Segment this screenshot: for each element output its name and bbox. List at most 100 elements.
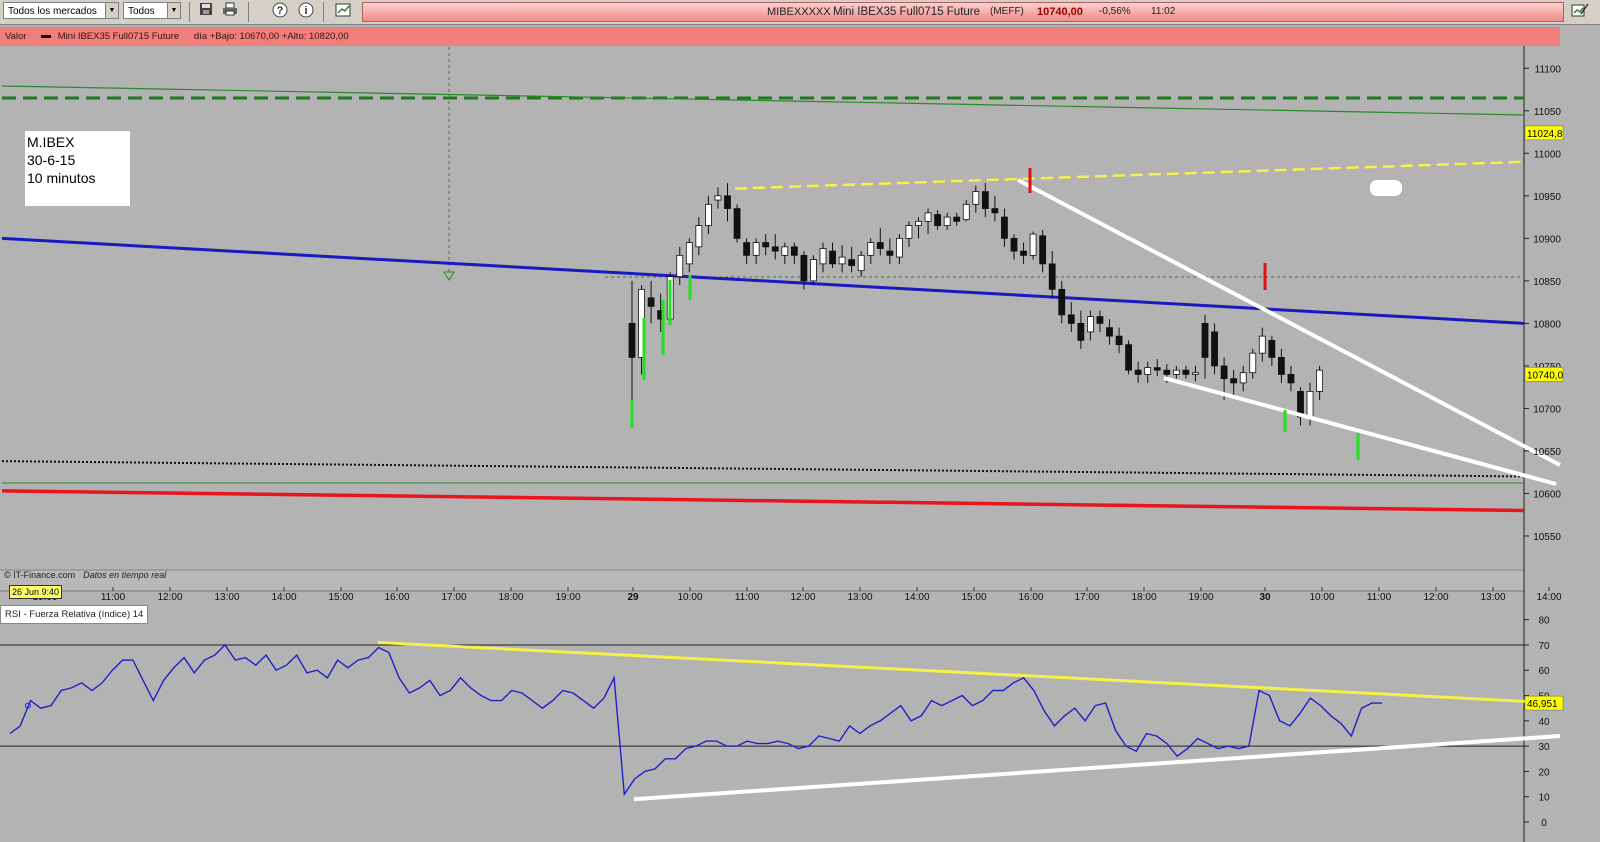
candle-down bbox=[1106, 327, 1113, 337]
candle-up bbox=[1144, 367, 1152, 375]
candle-down bbox=[1163, 369, 1171, 375]
price-tick-label: 11050 bbox=[1534, 107, 1562, 118]
credit-source: © IT-Finance.com bbox=[4, 570, 76, 580]
time-tick-label: 16:00 bbox=[1018, 592, 1043, 603]
time-tick-label: 16:00 bbox=[384, 592, 409, 603]
time-tick-label: 11:00 bbox=[1367, 592, 1392, 603]
candle-down bbox=[1125, 344, 1132, 371]
candle-down bbox=[1048, 263, 1056, 290]
candle-down bbox=[733, 208, 741, 239]
annotation-line2: 30-6-15 bbox=[27, 152, 76, 168]
price-tick-label: 10600 bbox=[1533, 489, 1561, 500]
annotation-line1: M.IBEX bbox=[27, 134, 75, 150]
time-tick-label: 14:00 bbox=[271, 592, 296, 603]
price-tick-label: 10550 bbox=[1533, 532, 1561, 543]
time-tick-label: 15:00 bbox=[328, 592, 353, 603]
candle-down bbox=[771, 246, 779, 252]
time-tick-label: 14:00 bbox=[904, 592, 929, 603]
candle-up bbox=[781, 246, 789, 256]
price-tick-label: 10650 bbox=[1533, 447, 1561, 458]
credit-note: Datos en tiempo real bbox=[83, 570, 167, 580]
candle-down bbox=[1039, 235, 1047, 265]
annotation-box: M.IBEX 30-6-15 10 minutos bbox=[25, 131, 130, 206]
candle-up bbox=[867, 242, 875, 256]
candle-up bbox=[1029, 233, 1037, 256]
candle-down bbox=[762, 242, 770, 248]
rsi-tick-label: 60 bbox=[1538, 666, 1550, 677]
time-tick-label: 14:00 bbox=[1536, 592, 1561, 603]
candle-up bbox=[810, 259, 817, 282]
candle-down bbox=[934, 214, 941, 226]
rsi-tick-label: 40 bbox=[1538, 717, 1550, 728]
candle-up bbox=[1192, 372, 1199, 375]
rsi-tick-label: 10 bbox=[1538, 793, 1550, 804]
price-tick-label: 10850 bbox=[1533, 277, 1561, 288]
candle-down bbox=[1058, 288, 1066, 316]
price-marker-top-text: 11024,8 bbox=[1527, 129, 1563, 140]
candle-down bbox=[628, 322, 636, 358]
candle-down bbox=[953, 216, 961, 222]
candle-up bbox=[1316, 369, 1323, 392]
candle-up bbox=[962, 203, 970, 221]
chart-background bbox=[0, 46, 1563, 842]
candle-down bbox=[1201, 322, 1209, 358]
candle-down bbox=[1278, 356, 1285, 375]
candle-down bbox=[829, 250, 836, 265]
candle-up bbox=[1306, 391, 1314, 418]
candle-up bbox=[1258, 335, 1266, 354]
price-tick-label: 10700 bbox=[1533, 404, 1561, 415]
candle-up bbox=[943, 216, 951, 226]
time-tick-label: 12:00 bbox=[790, 592, 815, 603]
time-tick-label: 19:00 bbox=[555, 592, 580, 603]
day-separator-label: 30 bbox=[1259, 592, 1271, 603]
time-tick-label: 15:00 bbox=[961, 592, 986, 603]
time-axis-band bbox=[0, 571, 1525, 591]
time-tick-label: 11:00 bbox=[101, 592, 126, 603]
annotation-line3: 10 minutos bbox=[27, 170, 96, 186]
price-tick-label: 11000 bbox=[1534, 149, 1562, 160]
candle-down bbox=[1153, 367, 1161, 371]
rsi-value-text: 46,951 bbox=[1527, 699, 1558, 710]
time-tick-label: 19:00 bbox=[1188, 592, 1213, 603]
candle-up bbox=[857, 254, 865, 272]
candle-down bbox=[800, 254, 808, 282]
candle-down bbox=[743, 242, 750, 256]
candle-down bbox=[1211, 331, 1218, 367]
candle-down bbox=[1077, 322, 1085, 341]
candle-up bbox=[714, 195, 722, 201]
candle-up bbox=[838, 256, 846, 265]
time-tick-label: 11:00 bbox=[735, 592, 760, 603]
time-tick-label: 18:00 bbox=[1131, 592, 1156, 603]
cursor-date-label: 26 Jun 9:40 bbox=[9, 585, 63, 599]
price-tick-label: 10800 bbox=[1533, 319, 1561, 330]
candle-up bbox=[685, 242, 693, 265]
day-separator-label: 29 bbox=[627, 592, 639, 603]
candle-up bbox=[1249, 352, 1257, 374]
candle-up bbox=[705, 203, 712, 226]
candle-up bbox=[752, 242, 760, 256]
price-chart[interactable]: 1110011050110001095010900108501080010750… bbox=[0, 0, 1600, 842]
candle-down bbox=[790, 246, 798, 256]
rsi-tick-label: 70 bbox=[1538, 641, 1550, 652]
time-tick-label: 18:00 bbox=[498, 592, 523, 603]
time-tick-label: 13:00 bbox=[1480, 592, 1505, 603]
candle-down bbox=[1268, 339, 1276, 358]
candle-down bbox=[876, 242, 884, 249]
candle-down bbox=[724, 195, 731, 209]
candle-up bbox=[905, 225, 913, 239]
rsi-tick-label: 0 bbox=[1541, 818, 1547, 829]
candle-down bbox=[647, 297, 655, 307]
price-tick-label: 11100 bbox=[1535, 64, 1562, 75]
candle-up bbox=[1239, 372, 1247, 384]
candle-down bbox=[1001, 216, 1008, 239]
rsi-tick-label: 30 bbox=[1538, 742, 1550, 753]
time-tick-label: 12:00 bbox=[1423, 592, 1448, 603]
candle-up bbox=[924, 212, 932, 222]
candle-up bbox=[896, 237, 903, 258]
price-tick-label: 10950 bbox=[1533, 192, 1561, 203]
candle-down bbox=[981, 191, 989, 209]
candle-down bbox=[1134, 369, 1142, 375]
data-credit: © IT-Finance.com Datos en tiempo real bbox=[4, 570, 166, 580]
candle-down bbox=[991, 208, 999, 214]
time-tick-label: 10:00 bbox=[1309, 592, 1334, 603]
